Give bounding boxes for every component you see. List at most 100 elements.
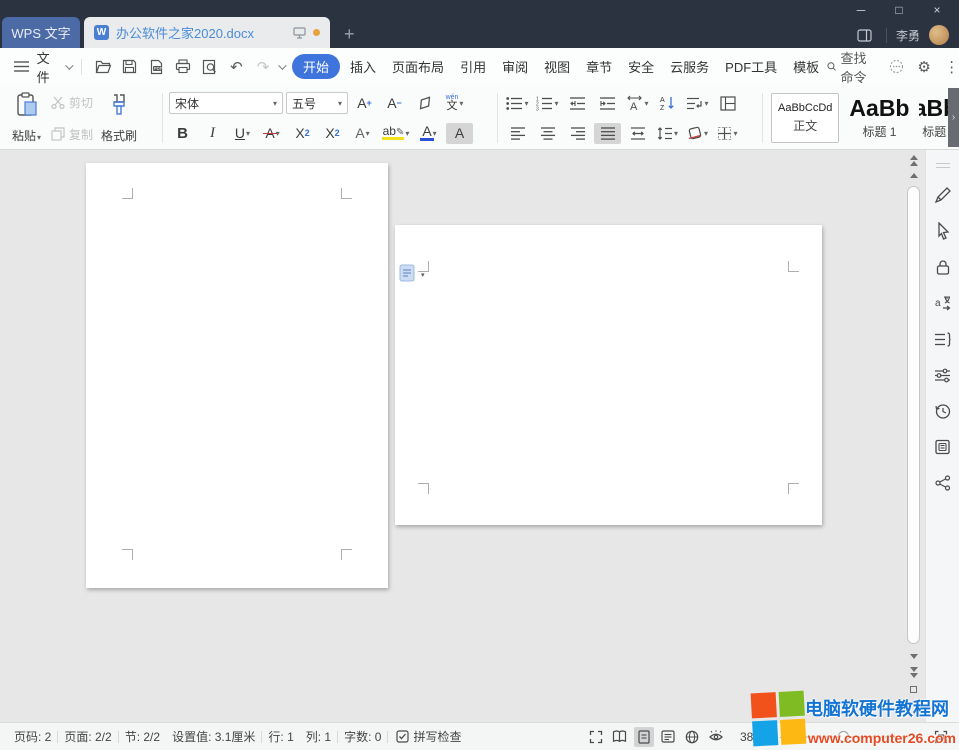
minimize-button[interactable]: ─ [847, 0, 875, 20]
underline-button[interactable]: U▾ [229, 123, 256, 144]
zoom-out-button[interactable]: − [777, 729, 791, 745]
file-menu[interactable]: 文件 [37, 48, 62, 86]
avatar[interactable] [929, 25, 949, 45]
embedded-object-icon[interactable] [399, 264, 415, 285]
select-browse-object-button[interactable] [910, 686, 917, 693]
font-size-combo[interactable]: 五号 ▾ [286, 92, 348, 114]
fit-page-icon[interactable] [931, 727, 951, 747]
borders-dropdown-icon[interactable]: ▾ [733, 129, 737, 138]
next-page-button[interactable] [906, 664, 921, 680]
pinyin-guide-button[interactable]: wén 文 ▾ [441, 93, 468, 114]
borders-button[interactable]: ▾ [714, 123, 741, 144]
sidebar-toggle-icon[interactable] [853, 23, 877, 47]
tab-page-layout[interactable]: 页面布局 [384, 54, 452, 79]
page-1[interactable] [86, 163, 388, 588]
shading-dropdown-icon[interactable]: ▾ [704, 129, 708, 138]
scroll-down-button[interactable] [906, 650, 921, 662]
spell-check-button[interactable]: 拼写检查 [388, 728, 469, 745]
format-painter-button[interactable]: 格式刷 [99, 91, 139, 145]
zoom-in-button[interactable]: + [911, 729, 925, 745]
tab-insert[interactable]: 插入 [342, 54, 384, 79]
save-icon[interactable] [118, 55, 141, 79]
line-spacing-dropdown-icon[interactable]: ▾ [674, 129, 678, 138]
line-spacing-button[interactable]: ▾ [654, 123, 681, 144]
status-word-count[interactable]: 字数: 0 [338, 728, 387, 745]
present-monitor-icon[interactable] [293, 27, 306, 39]
paragraph-marks-button[interactable]: ▾ [684, 93, 711, 114]
lock-icon[interactable] [931, 255, 955, 279]
document-canvas[interactable]: ▾ [0, 150, 925, 722]
numbering-dropdown-icon[interactable]: ▾ [554, 99, 558, 108]
annotate-pen-icon[interactable] [931, 183, 955, 207]
fullscreen-view-icon[interactable] [586, 727, 606, 747]
font-family-combo[interactable]: 宋体 ▾ [169, 92, 283, 114]
strikethrough-button[interactable]: A▾ [259, 123, 286, 144]
find-command[interactable]: 查找命令 [827, 48, 878, 86]
cut-button[interactable]: 剪切 [51, 93, 93, 111]
feedback-icon[interactable] [888, 55, 906, 79]
sidebar-handle[interactable] [936, 160, 950, 171]
paragraph-marks-dropdown-icon[interactable]: ▾ [704, 99, 708, 108]
read-layout-icon[interactable] [610, 727, 630, 747]
scrollbar-thumb[interactable] [907, 186, 920, 644]
bullets-button[interactable]: ▾ [504, 93, 531, 114]
tab-security[interactable]: 安全 [620, 54, 662, 79]
hamburger-icon[interactable] [10, 55, 33, 79]
copy-button[interactable]: 复制 [51, 125, 93, 143]
italic-button[interactable]: I [199, 123, 226, 144]
char-shading-button[interactable]: A [446, 123, 473, 144]
font-color-dropdown-icon[interactable]: ▾ [433, 129, 437, 138]
justify-button[interactable] [594, 123, 621, 144]
more-kebab-icon[interactable]: ⋮ [943, 55, 959, 79]
previous-page-button[interactable] [906, 152, 921, 168]
navigation-pane-icon[interactable] [931, 327, 955, 351]
shrink-font-button[interactable]: A− [381, 93, 408, 114]
adjust-sliders-icon[interactable] [931, 363, 955, 387]
eye-protect-icon[interactable] [706, 727, 726, 747]
highlight-dropdown-icon[interactable]: ▾ [405, 129, 409, 138]
notebook-icon[interactable] [931, 435, 955, 459]
tab-pdf-tools[interactable]: PDF工具 [717, 54, 785, 79]
font-color-button[interactable]: A▾ [416, 123, 443, 144]
bullets-dropdown-icon[interactable]: ▾ [524, 99, 528, 108]
shading-button[interactable]: ▾ [684, 123, 711, 144]
char-scale-dropdown-icon[interactable]: ▾ [644, 99, 648, 108]
grow-font-button[interactable]: A+ [351, 93, 378, 114]
style-heading1[interactable]: AaBb 标题 1 [843, 93, 915, 143]
sort-button[interactable]: AZ [654, 93, 681, 114]
scroll-up-button[interactable] [906, 168, 921, 182]
embedded-object-dropdown-icon[interactable]: ▾ [421, 271, 425, 279]
outline-view-icon[interactable] [658, 727, 678, 747]
undo-icon[interactable]: ↶ [225, 55, 248, 79]
print-preview-icon[interactable] [198, 55, 221, 79]
increase-indent-button[interactable] [594, 93, 621, 114]
print-icon[interactable] [172, 55, 195, 79]
text-tool-button[interactable] [714, 93, 741, 114]
text-effects-dropdown-icon[interactable]: ▾ [366, 129, 370, 138]
history-clock-icon[interactable] [931, 399, 955, 423]
highlight-button[interactable]: ab✎▾ [379, 123, 413, 144]
cursor-pointer-icon[interactable] [931, 219, 955, 243]
tab-section[interactable]: 章节 [578, 54, 620, 79]
tab-home[interactable]: 开始 [292, 54, 340, 79]
document-tab[interactable]: W 办公软件之家2020.docx [84, 17, 330, 48]
align-right-button[interactable] [564, 123, 591, 144]
char-scale-button[interactable]: A ▾ [624, 93, 651, 114]
distribute-button[interactable] [624, 123, 651, 144]
status-setting-value[interactable]: 设置值: 3.1厘米 [166, 728, 261, 745]
tab-references[interactable]: 引用 [452, 54, 494, 79]
paste-button[interactable]: 粘贴▾ [8, 91, 45, 145]
new-tab-button[interactable]: + [344, 25, 355, 43]
zoom-dropdown-icon[interactable]: ▾ [767, 732, 771, 741]
settings-gear-icon[interactable]: ⚙ [915, 55, 933, 79]
decrease-indent-button[interactable] [564, 93, 591, 114]
open-file-icon[interactable] [92, 55, 115, 79]
share-icon[interactable] [931, 471, 955, 495]
tab-cloud[interactable]: 云服务 [662, 54, 717, 79]
user-name[interactable]: 李勇 [896, 27, 920, 44]
tab-templates[interactable]: 模板 [785, 54, 827, 79]
superscript-button[interactable]: X2 [289, 123, 316, 144]
status-pages[interactable]: 页面: 2/2 [58, 728, 117, 745]
clear-format-button[interactable] [411, 93, 438, 114]
redo-icon[interactable]: ↷ [252, 55, 275, 79]
